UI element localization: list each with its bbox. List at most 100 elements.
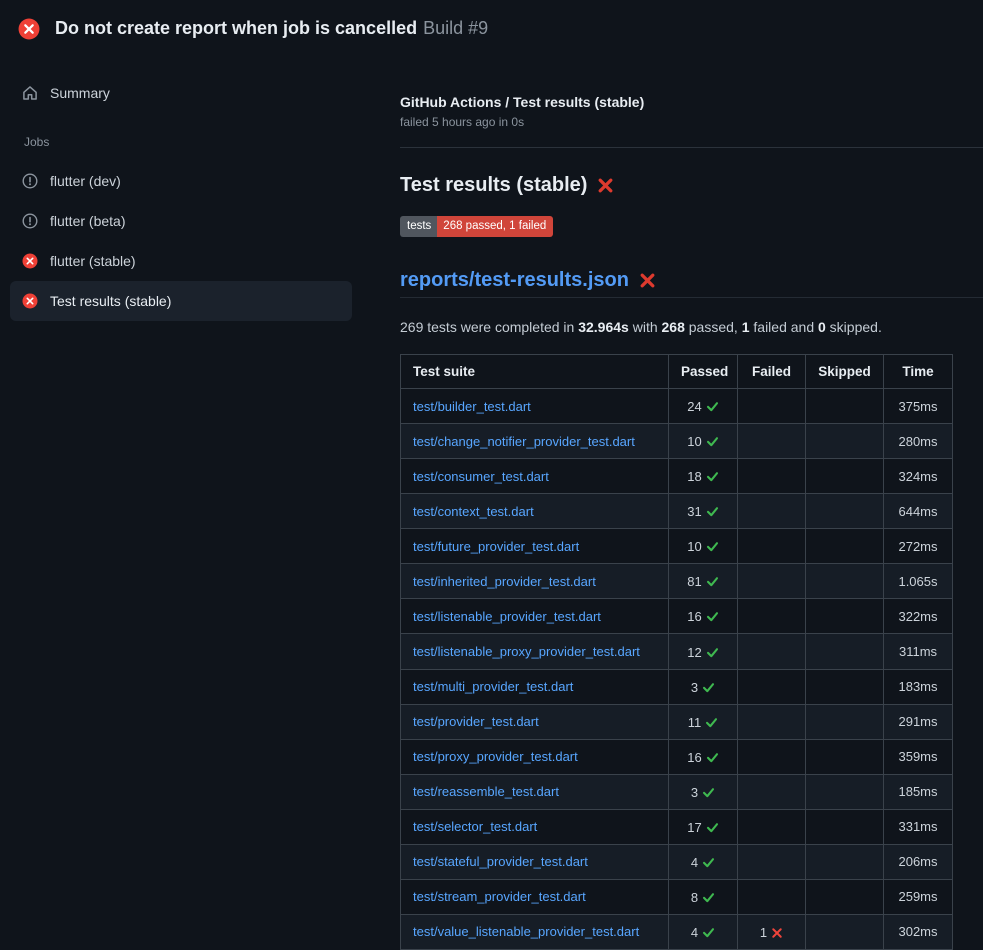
sidebar-job-item[interactable]: flutter (beta) <box>10 201 352 241</box>
passed-cell: 8 <box>669 879 738 914</box>
time-cell: 331ms <box>884 809 953 844</box>
passed-count: 10 <box>687 537 701 556</box>
time-cell: 324ms <box>884 459 953 494</box>
report-link[interactable]: reports/test-results.json <box>400 267 629 293</box>
skipped-cell <box>806 424 884 459</box>
section-title: Test results (stable) <box>400 172 983 198</box>
skipped-cell <box>806 809 884 844</box>
suite-cell: test/change_notifier_provider_test.dart <box>401 424 669 459</box>
table-row: test/listenable_provider_test.dart 16 32… <box>401 599 953 634</box>
check-icon <box>702 681 715 694</box>
summary-suffix: skipped. <box>826 319 882 335</box>
passed-count: 4 <box>691 853 698 872</box>
jobs-section-label: Jobs <box>24 135 352 149</box>
summary-mid: with <box>629 319 662 335</box>
summary-passed: 268 <box>662 319 685 335</box>
passed-cell: 4 <box>669 844 738 879</box>
x-icon <box>771 927 783 939</box>
passed-cell: 10 <box>669 529 738 564</box>
skipped-cell <box>806 914 884 949</box>
time-cell: 206ms <box>884 844 953 879</box>
report-heading: reports/test-results.json <box>400 267 983 298</box>
sidebar-job-item[interactable]: Test results (stable) <box>10 281 352 321</box>
sidebar-item-summary[interactable]: Summary <box>10 73 352 113</box>
suite-link[interactable]: test/future_provider_test.dart <box>413 539 579 554</box>
suite-link[interactable]: test/inherited_provider_test.dart <box>413 574 596 589</box>
badge-value: 268 passed, 1 failed <box>437 216 553 237</box>
check-icon <box>706 435 719 448</box>
time-cell: 311ms <box>884 634 953 669</box>
table-header-row: Test suite Passed Failed Skipped Time <box>401 355 953 389</box>
failed-cell <box>738 599 806 634</box>
failed-cell <box>738 529 806 564</box>
build-number: Build #9 <box>423 18 488 38</box>
time-value: 324ms <box>898 469 937 484</box>
column-header-test-suite: Test suite <box>401 355 669 389</box>
suite-link[interactable]: test/context_test.dart <box>413 504 534 519</box>
suite-link[interactable]: test/listenable_proxy_provider_test.dart <box>413 644 640 659</box>
passed-count: 3 <box>691 783 698 802</box>
skipped-cell <box>806 599 884 634</box>
time-cell: 302ms <box>884 914 953 949</box>
skipped-cell <box>806 459 884 494</box>
badge-label: tests <box>400 216 437 237</box>
failed-cell <box>738 879 806 914</box>
passed-cell: 24 <box>669 389 738 424</box>
suite-link[interactable]: test/provider_test.dart <box>413 714 539 729</box>
table-row: test/inherited_provider_test.dart 81 1.0… <box>401 564 953 599</box>
column-header-skipped: Skipped <box>806 355 884 389</box>
table-row: test/provider_test.dart 11 291ms <box>401 704 953 739</box>
suite-cell: test/proxy_provider_test.dart <box>401 739 669 774</box>
column-header-time: Time <box>884 355 953 389</box>
suite-link[interactable]: test/consumer_test.dart <box>413 469 549 484</box>
suite-link[interactable]: test/change_notifier_provider_test.dart <box>413 434 635 449</box>
table-row: test/builder_test.dart 24 375ms <box>401 389 953 424</box>
suite-cell: test/consumer_test.dart <box>401 459 669 494</box>
summary-mid: failed and <box>750 319 819 335</box>
results-table: Test suite Passed Failed Skipped Time te… <box>400 354 953 950</box>
suite-link[interactable]: test/stream_provider_test.dart <box>413 889 586 904</box>
passed-cell: 3 <box>669 774 738 809</box>
suite-link[interactable]: test/value_listenable_provider_test.dart <box>413 924 639 939</box>
passed-count: 8 <box>691 888 698 907</box>
passed-cell: 18 <box>669 459 738 494</box>
check-icon <box>706 646 719 659</box>
time-cell: 272ms <box>884 529 953 564</box>
passed-count: 10 <box>687 432 701 451</box>
table-row: test/listenable_proxy_provider_test.dart… <box>401 634 953 669</box>
passed-count: 3 <box>691 678 698 697</box>
passed-count: 16 <box>687 607 701 626</box>
skipped-cell <box>806 774 884 809</box>
job-label: Test results (stable) <box>50 293 171 309</box>
passed-count: 12 <box>687 643 701 662</box>
check-icon <box>702 926 715 939</box>
suite-link[interactable]: test/proxy_provider_test.dart <box>413 749 578 764</box>
time-cell: 1.065s <box>884 564 953 599</box>
suite-link[interactable]: test/reassemble_test.dart <box>413 784 559 799</box>
passed-cell: 12 <box>669 634 738 669</box>
time-value: 644ms <box>898 504 937 519</box>
suite-link[interactable]: test/stateful_provider_test.dart <box>413 854 588 869</box>
suite-link[interactable]: test/listenable_provider_test.dart <box>413 609 601 624</box>
x-circle-icon <box>22 253 38 269</box>
summary-prefix: 269 tests were completed in <box>400 319 578 335</box>
time-value: 302ms <box>898 924 937 939</box>
sidebar-job-item[interactable]: flutter (stable) <box>10 241 352 281</box>
time-value: 291ms <box>898 714 937 729</box>
cross-mark-icon <box>639 272 656 289</box>
job-label: flutter (dev) <box>50 173 121 189</box>
main-content: GitHub Actions / Test results (stable) f… <box>368 57 983 950</box>
sidebar-job-item[interactable]: flutter (dev) <box>10 161 352 201</box>
suite-link[interactable]: test/builder_test.dart <box>413 399 531 414</box>
suite-cell: test/listenable_provider_test.dart <box>401 599 669 634</box>
suite-link[interactable]: test/multi_provider_test.dart <box>413 679 573 694</box>
time-cell: 259ms <box>884 879 953 914</box>
suite-cell: test/provider_test.dart <box>401 704 669 739</box>
passed-count: 24 <box>687 397 701 416</box>
suite-link[interactable]: test/selector_test.dart <box>413 819 537 834</box>
column-header-failed: Failed <box>738 355 806 389</box>
table-row: test/future_provider_test.dart 10 272ms <box>401 529 953 564</box>
passed-cell: 10 <box>669 424 738 459</box>
run-meta: failed 5 hours ago in 0s <box>400 115 983 130</box>
failed-cell <box>738 669 806 704</box>
